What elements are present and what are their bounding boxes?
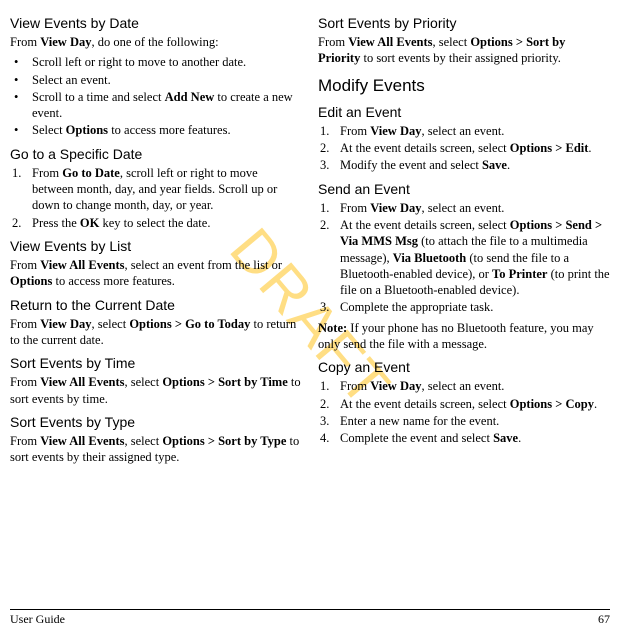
heading-edit-event: Edit an Event — [318, 103, 610, 121]
list-item: 2.Press the OK key to select the date. — [10, 215, 302, 231]
heading-modify-events: Modify Events — [318, 75, 610, 97]
heading-view-events-by-date: View Events by Date — [10, 14, 302, 32]
footer-left: User Guide — [10, 612, 65, 628]
list-item: Scroll left or right to move to another … — [10, 54, 302, 70]
body-text: From View All Events, select Options > S… — [318, 34, 610, 67]
list-item: Select an event. — [10, 72, 302, 88]
list-item: 3.Enter a new name for the event. — [318, 413, 610, 429]
heading-sort-by-type: Sort Events by Type — [10, 413, 302, 431]
intro-text: From View Day, do one of the following: — [10, 34, 302, 50]
numbered-list: 1.From View Day, select an event. 2.At t… — [318, 200, 610, 316]
heading-return-current-date: Return to the Current Date — [10, 296, 302, 314]
heading-copy-event: Copy an Event — [318, 358, 610, 376]
body-text: From View All Events, select an event fr… — [10, 257, 302, 290]
list-item: 1.From Go to Date, scroll left or right … — [10, 165, 302, 214]
body-text: From View Day, select Options > Go to To… — [10, 316, 302, 349]
list-item: 2.At the event details screen, select Op… — [318, 396, 610, 412]
numbered-list: 1.From Go to Date, scroll left or right … — [10, 165, 302, 231]
body-text: From View All Events, select Options > S… — [10, 433, 302, 466]
heading-go-to-date: Go to a Specific Date — [10, 145, 302, 163]
list-item: 3.Modify the event and select Save. — [318, 157, 610, 173]
right-column: Sort Events by Priority From View All Ev… — [318, 8, 610, 470]
page-content: View Events by Date From View Day, do on… — [10, 8, 610, 470]
list-item: 2.At the event details screen, select Op… — [318, 217, 610, 298]
heading-view-events-by-list: View Events by List — [10, 237, 302, 255]
numbered-list: 1.From View Day, select an event. 2.At t… — [318, 378, 610, 446]
heading-sort-by-priority: Sort Events by Priority — [318, 14, 610, 32]
list-item: 1.From View Day, select an event. — [318, 378, 610, 394]
two-column-layout: View Events by Date From View Day, do on… — [10, 8, 610, 470]
heading-sort-by-time: Sort Events by Time — [10, 354, 302, 372]
page-number: 67 — [598, 612, 610, 628]
heading-send-event: Send an Event — [318, 180, 610, 198]
numbered-list: 1.From View Day, select an event. 2.At t… — [318, 123, 610, 174]
list-item: 4.Complete the event and select Save. — [318, 430, 610, 446]
list-item: Select Options to access more features. — [10, 122, 302, 138]
list-item: 2.At the event details screen, select Op… — [318, 140, 610, 156]
page-footer: User Guide 67 — [10, 609, 610, 628]
bullet-list: Scroll left or right to move to another … — [10, 54, 302, 138]
list-item: 1.From View Day, select an event. — [318, 200, 610, 216]
list-item: 1.From View Day, select an event. — [318, 123, 610, 139]
list-item: 3.Complete the appropriate task. — [318, 299, 610, 315]
note-text: Note: If your phone has no Bluetooth fea… — [318, 320, 610, 353]
left-column: View Events by Date From View Day, do on… — [10, 8, 302, 470]
list-item: Scroll to a time and select Add New to c… — [10, 89, 302, 122]
body-text: From View All Events, select Options > S… — [10, 374, 302, 407]
